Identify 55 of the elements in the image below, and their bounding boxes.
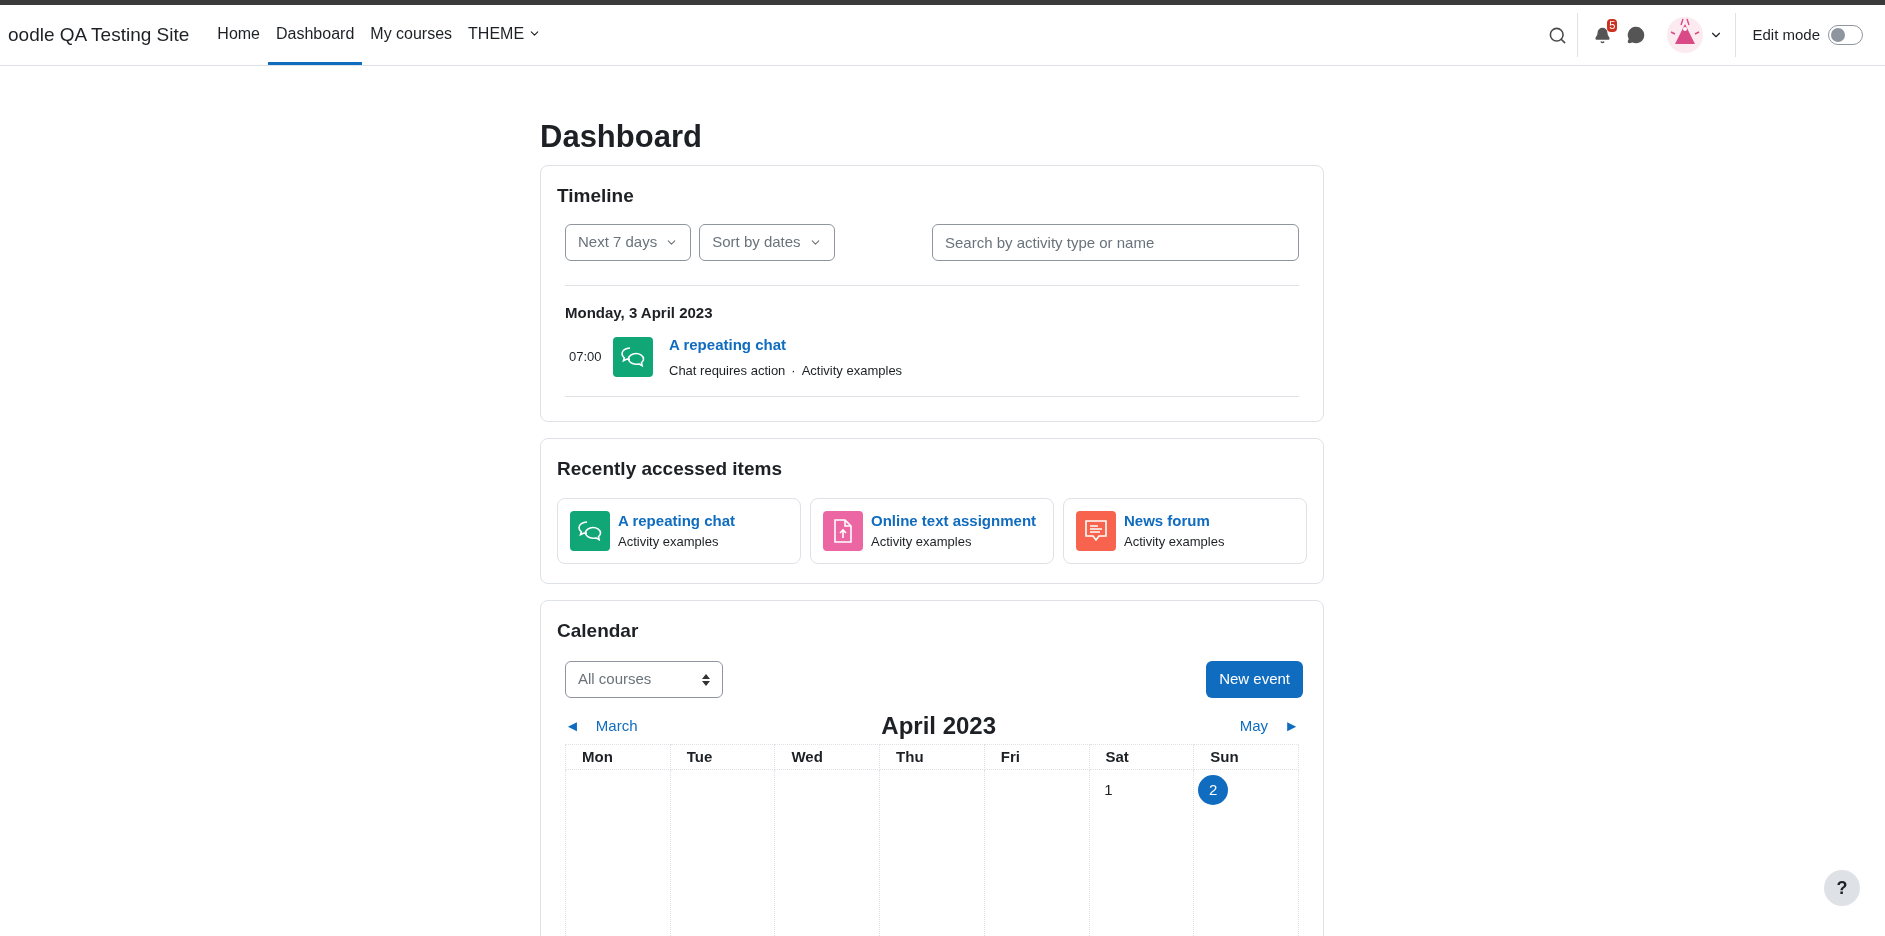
bell-icon xyxy=(1594,26,1612,44)
recent-item-card[interactable]: Online text assignment Activity examples xyxy=(810,497,1054,564)
day-number[interactable]: 1 xyxy=(1093,775,1124,805)
event-action: Chat requires action xyxy=(669,361,786,380)
course-name: Activity examples xyxy=(801,361,903,380)
filter-dropdown[interactable]: Next 7 days xyxy=(565,223,692,261)
weekday-header: Fri xyxy=(984,744,1089,770)
activity-link[interactable]: Online text assignment xyxy=(871,509,1037,532)
event-link[interactable]: A repeating chat xyxy=(669,334,903,357)
weekday-header: Sun xyxy=(1193,744,1299,770)
next-month-link[interactable]: May ► xyxy=(1239,714,1299,738)
file-upload-icon xyxy=(823,510,863,551)
previous-month-link[interactable]: ◄ March xyxy=(565,714,638,738)
new-event-button[interactable]: New event xyxy=(1206,661,1303,698)
event-time: 07:00 xyxy=(568,348,603,367)
course-name: Activity examples xyxy=(1124,533,1225,551)
nav-link[interactable]: My courses xyxy=(362,5,461,65)
card-title: Calendar xyxy=(557,618,640,643)
speech-bubble-icon xyxy=(1627,26,1646,44)
weekday-header: Mon xyxy=(565,744,671,770)
nav-link[interactable]: THEME xyxy=(460,5,550,65)
notifications-button[interactable]: 5 xyxy=(1588,17,1618,53)
course-select[interactable]: All courses xyxy=(565,661,723,698)
weekday-header: Wed xyxy=(774,744,880,770)
nav-link[interactable]: Home xyxy=(209,5,268,65)
date-heading: Monday, 3 April 2023 xyxy=(565,302,714,323)
weekday-header: Thu xyxy=(879,744,985,770)
notification-count: 5 xyxy=(1607,19,1618,32)
avatar-icon xyxy=(1667,17,1704,53)
separator: · xyxy=(791,361,796,380)
edit-mode-label: Edit mode xyxy=(1752,24,1820,45)
speech-box-icon xyxy=(1076,510,1116,551)
weekday-header: Tue xyxy=(670,744,775,770)
chat-bubbles-icon xyxy=(613,337,653,377)
chat-bubbles-icon xyxy=(570,510,610,551)
month-title: April 2023 xyxy=(881,711,997,741)
search-field[interactable]: Search by activity type or name xyxy=(932,223,1299,261)
recent-item-card[interactable]: News forum Activity examples xyxy=(1063,497,1307,564)
activity-link[interactable]: A repeating chat xyxy=(618,509,735,532)
recent-item-card[interactable]: A repeating chat Activity examples xyxy=(557,497,801,564)
nav-link[interactable]: Dashboard xyxy=(268,5,363,65)
page-title: Dashboard xyxy=(540,121,703,152)
day-number[interactable]: 2 xyxy=(1198,775,1229,805)
sort-arrows-icon xyxy=(702,673,710,686)
card-title: Timeline xyxy=(557,184,635,208)
weekday-header: Sat xyxy=(1089,744,1194,770)
card-title: Recently accessed items xyxy=(557,457,783,481)
activity-link[interactable]: News forum xyxy=(1124,509,1225,532)
course-name: Activity examples xyxy=(618,533,720,551)
search-icon xyxy=(1548,25,1568,45)
course-name: Activity examples xyxy=(871,533,973,551)
filter-dropdown[interactable]: Sort by dates xyxy=(699,223,835,261)
site-name[interactable]: oodle QA Testing Site xyxy=(0,20,210,50)
edit-mode-toggle[interactable] xyxy=(1828,25,1863,45)
help-button[interactable]: ? xyxy=(1824,870,1860,906)
